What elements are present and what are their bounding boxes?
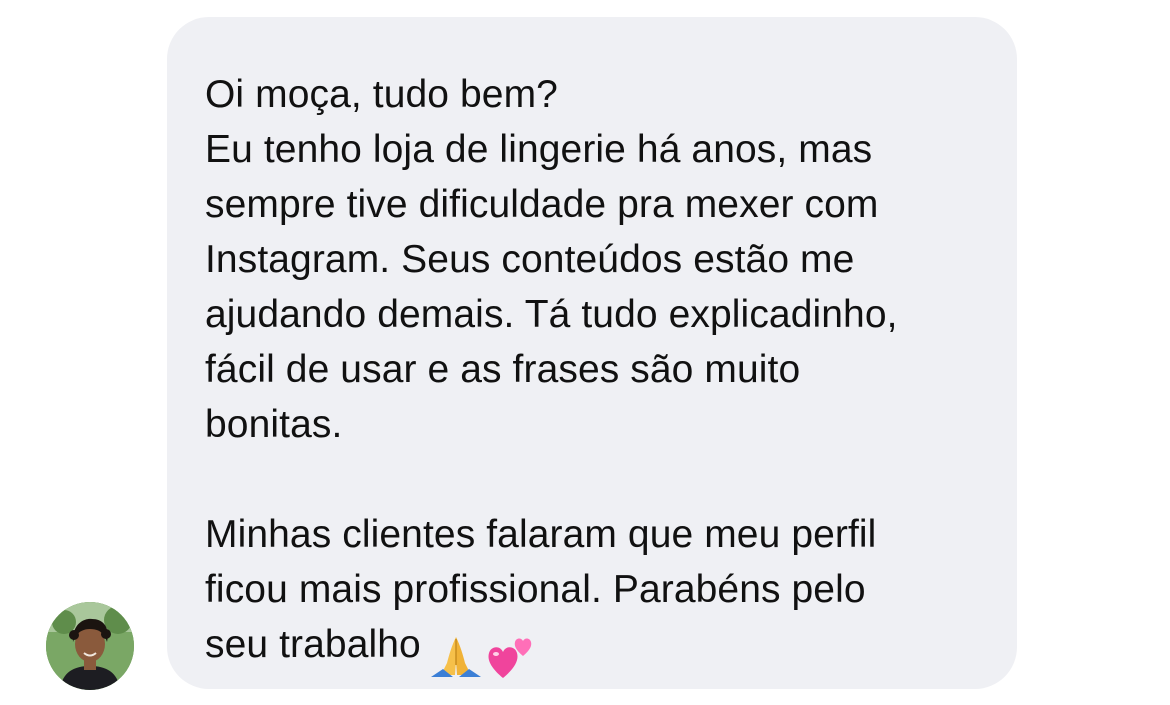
message-bubble[interactable]: Oi moça, tudo bem? Eu tenho loja de ling… bbox=[167, 17, 1017, 689]
chat-screen: Oi moça, tudo bem? Eu tenho loja de ling… bbox=[0, 0, 1170, 705]
sender-avatar[interactable] bbox=[46, 602, 134, 690]
message-line: Eu tenho loja de lingerie há anos, mas bbox=[205, 128, 873, 171]
message-line: Oi moça, tudo bem? bbox=[205, 73, 558, 116]
emoji-group bbox=[427, 625, 539, 680]
message-line: bonitas. bbox=[205, 403, 343, 446]
message-line: Instagram. Seus conteúdos estão me bbox=[205, 238, 855, 281]
message-line: fácil de usar e as frases são muito bbox=[205, 348, 801, 391]
message-line: ficou mais profissional. Parabéns pelo bbox=[205, 568, 866, 611]
profile-photo-icon bbox=[46, 602, 134, 690]
message-line: seu trabalho bbox=[205, 623, 421, 666]
two-hearts-icon bbox=[488, 638, 532, 678]
message-last-line: seu trabalho bbox=[205, 617, 981, 680]
message-line: Minhas clientes falaram que meu perfil bbox=[205, 513, 877, 556]
message-line: sempre tive dificuldade pra mexer com bbox=[205, 183, 879, 226]
message-text: Oi moça, tudo bem? Eu tenho loja de ling… bbox=[205, 67, 981, 680]
folded-hands-icon bbox=[430, 636, 481, 677]
message-line: ajudando demais. Tá tudo explicadinho, bbox=[205, 293, 898, 336]
